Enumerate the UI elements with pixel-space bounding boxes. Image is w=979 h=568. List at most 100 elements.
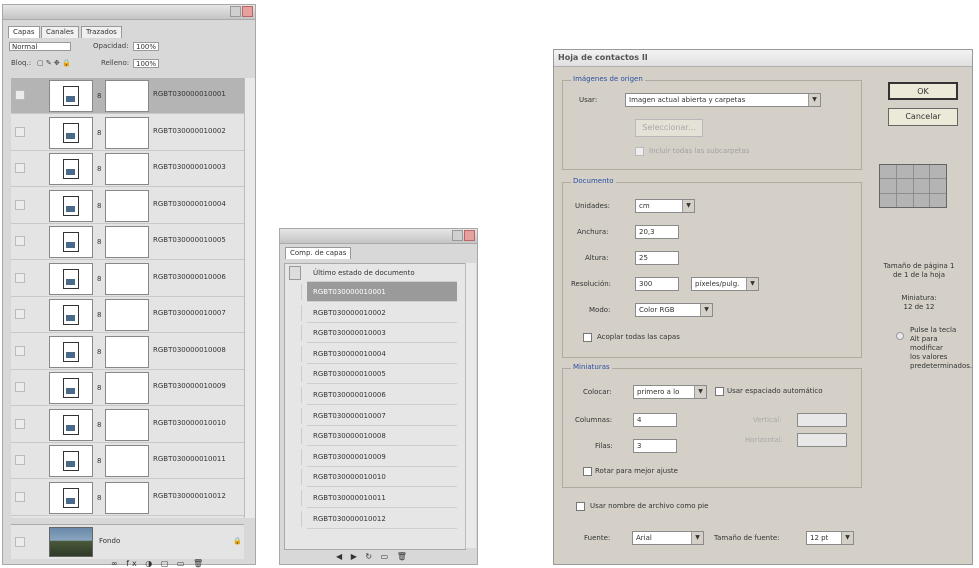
comp-apply-checkbox[interactable] <box>289 366 302 383</box>
comps-panel-titlebar[interactable] <box>280 229 477 244</box>
ok-button[interactable]: OK <box>888 82 958 100</box>
comp-apply-checkbox[interactable] <box>289 407 302 424</box>
comp-apply-checkbox[interactable] <box>289 284 302 300</box>
layer-row[interactable]: 8 RGBT030000010006 <box>11 261 244 297</box>
layer-row[interactable]: 8 RGBT030000010009 <box>11 370 244 406</box>
comp-apply-checkbox[interactable] <box>289 490 302 506</box>
comp-apply-checkbox[interactable] <box>289 510 302 527</box>
lock-icons[interactable]: ▢ ✎ ✥ 🔒 <box>37 59 71 68</box>
comp-apply-checkbox[interactable] <box>289 428 302 445</box>
visibility-eye-icon[interactable] <box>15 491 25 502</box>
font-select[interactable]: Arial ▼ <box>632 531 704 545</box>
choose-button[interactable]: Seleccionar... <box>635 119 703 137</box>
layer-comp-item[interactable]: RGBT030000010004 <box>307 344 457 364</box>
layer-row[interactable]: 8 RGBT030000010004 <box>11 188 244 224</box>
blend-mode-select[interactable]: Normal <box>9 42 71 51</box>
layer-comp-item[interactable]: RGBT030000010005 <box>307 364 457 385</box>
layer-comp-item[interactable]: RGBT030000010006 <box>307 385 457 405</box>
visibility-eye-icon[interactable] <box>15 537 25 547</box>
layer-row[interactable]: 8 RGBT030000010007 <box>11 297 244 333</box>
layer-row[interactable]: 8 RGBT030000010002 <box>11 115 244 151</box>
visibility-eye-icon[interactable] <box>15 418 25 429</box>
visibility-eye-icon[interactable] <box>15 345 25 356</box>
layer-comp-item[interactable]: RGBT030000010003 <box>307 323 457 344</box>
font-size-select[interactable]: 12 pt ▼ <box>806 531 854 545</box>
fill-field[interactable]: 100% <box>133 59 159 68</box>
layer-row[interactable]: 8 RGBT030000010011 <box>11 443 244 479</box>
minimize-icon[interactable] <box>230 6 241 17</box>
columns-field[interactable]: 4 <box>633 413 677 427</box>
width-field[interactable]: 20,3 <box>635 225 679 239</box>
opacity-field[interactable]: 100% <box>133 42 159 51</box>
layer-comp-item[interactable]: RGBT030000010012 <box>307 509 457 529</box>
tab-layers[interactable]: Capas <box>8 26 40 38</box>
tab-layer-comps[interactable]: Comp. de capas <box>285 247 352 259</box>
cancel-button[interactable]: Cancelar <box>888 108 958 126</box>
height-field[interactable]: 25 <box>635 251 679 265</box>
visibility-eye-icon[interactable] <box>15 163 25 173</box>
tab-paths[interactable]: Trazados <box>81 26 122 38</box>
layer-comp-item[interactable]: RGBT030000010010 <box>307 467 457 488</box>
visibility-eye-icon[interactable] <box>15 126 25 137</box>
link-icon[interactable]: 8 <box>97 238 101 246</box>
rows-field[interactable]: 3 <box>633 439 677 453</box>
comps-footer-icons[interactable]: ◀ ▶ ↻ ▭ 🗑 <box>336 552 410 561</box>
layer-comp-item[interactable]: RGBT030000010007 <box>307 406 457 426</box>
layer-row[interactable]: 8 RGBT030000010012 <box>11 480 244 516</box>
layer-row[interactable]: 8 RGBT030000010008 <box>11 334 244 370</box>
comp-last-document-state[interactable]: Último estado de documento <box>307 264 457 282</box>
layer-comp-item[interactable]: RGBT030000010011 <box>307 488 457 508</box>
layer-row[interactable]: 8 RGBT030000010005 <box>11 224 244 260</box>
link-icon[interactable]: 8 <box>97 275 101 283</box>
resolution-unit-select[interactable]: píxeles/pulg. ▼ <box>691 277 759 291</box>
link-icon[interactable]: 8 <box>97 92 101 100</box>
visibility-eye-icon[interactable] <box>15 272 25 283</box>
layer-comp-item[interactable]: RGBT030000010008 <box>307 426 457 447</box>
tab-channels[interactable]: Canales <box>41 26 79 38</box>
comp-apply-checkbox[interactable] <box>289 325 302 342</box>
minimize-icon[interactable] <box>452 230 463 241</box>
flatten-layers-checkbox[interactable] <box>583 333 592 342</box>
close-icon[interactable] <box>242 6 253 17</box>
place-select[interactable]: primero a lo ▼ <box>633 385 707 399</box>
comp-apply-checkbox[interactable] <box>289 448 302 465</box>
link-icon[interactable]: 8 <box>97 311 101 319</box>
visibility-eye-icon[interactable] <box>15 90 25 100</box>
layer-comp-item[interactable]: RGBT030000010009 <box>307 447 457 467</box>
filename-caption-checkbox[interactable] <box>576 502 585 511</box>
rotate-fit-checkbox[interactable] <box>583 467 592 476</box>
visibility-eye-icon[interactable] <box>15 382 25 392</box>
resolution-field[interactable]: 300 <box>635 277 679 291</box>
vertical-field[interactable] <box>797 413 847 427</box>
link-icon[interactable]: 8 <box>97 457 101 465</box>
comp-apply-checkbox[interactable] <box>289 304 302 321</box>
horizontal-field[interactable] <box>797 433 847 447</box>
background-layer-row[interactable]: Fondo 🔒 <box>11 524 244 559</box>
link-icon[interactable]: 8 <box>97 348 101 356</box>
link-icon[interactable]: 8 <box>97 129 101 137</box>
layers-scrollbar[interactable] <box>244 78 255 518</box>
comps-scrollbar[interactable] <box>465 263 476 548</box>
comp-apply-checkbox[interactable] <box>289 387 302 403</box>
visibility-eye-icon[interactable] <box>15 309 25 319</box>
visibility-eye-icon[interactable] <box>15 199 25 210</box>
layer-row[interactable]: 8 RGBT030000010010 <box>11 407 244 443</box>
link-icon[interactable]: 8 <box>97 202 101 210</box>
layers-footer-icons[interactable]: ∞ fx ◑ ▢ ▭ 🗑 <box>111 559 206 568</box>
comp-apply-checkbox[interactable] <box>289 345 302 362</box>
comp-apply-checkbox[interactable] <box>289 469 302 486</box>
layer-row[interactable]: 8 RGBT030000010003 <box>11 151 244 187</box>
link-icon[interactable]: 8 <box>97 421 101 429</box>
layers-panel-titlebar[interactable] <box>3 5 255 20</box>
link-icon[interactable]: 8 <box>97 384 101 392</box>
last-state-icon[interactable] <box>289 266 301 280</box>
units-select[interactable]: cm ▼ <box>635 199 695 213</box>
mode-select[interactable]: Color RGB ▼ <box>635 303 713 317</box>
layer-row[interactable]: 8 RGBT030000010001 <box>11 78 244 114</box>
link-icon[interactable]: 8 <box>97 494 101 502</box>
layer-comp-item[interactable]: RGBT030000010002 <box>307 303 457 323</box>
include-subfolders-checkbox[interactable] <box>635 147 644 156</box>
auto-spacing-checkbox[interactable] <box>715 387 724 396</box>
layer-comp-item[interactable]: RGBT030000010001 <box>307 282 457 302</box>
link-icon[interactable]: 8 <box>97 165 101 173</box>
